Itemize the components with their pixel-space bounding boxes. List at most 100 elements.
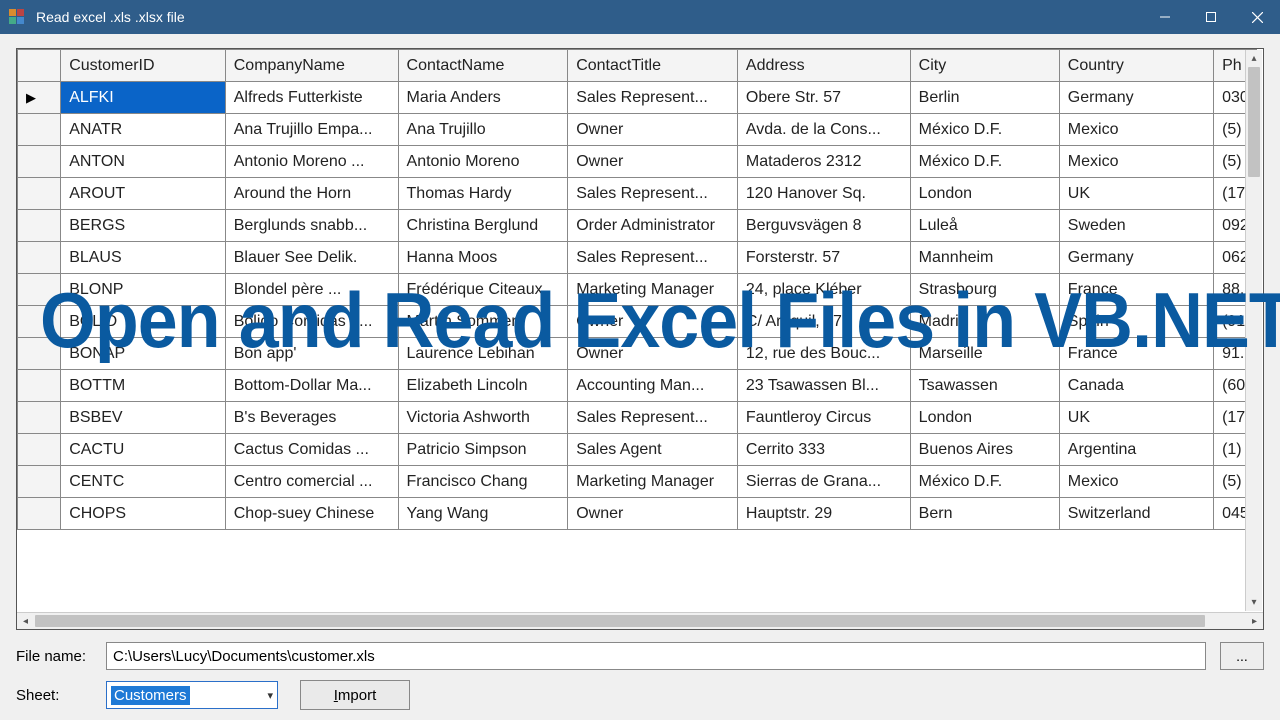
cell[interactable]: Centro comercial ... bbox=[225, 466, 398, 498]
row-header[interactable] bbox=[18, 338, 61, 370]
row-header[interactable] bbox=[18, 210, 61, 242]
cell[interactable]: Obere Str. 57 bbox=[737, 82, 910, 114]
cell[interactable]: Owner bbox=[568, 306, 738, 338]
cell[interactable]: 24, place Kléber bbox=[737, 274, 910, 306]
table-row[interactable]: CHOPSChop-suey ChineseYang WangOwnerHaup… bbox=[18, 498, 1257, 530]
cell[interactable]: Chop-suey Chinese bbox=[225, 498, 398, 530]
cell[interactable]: Martín Sommer bbox=[398, 306, 568, 338]
cell[interactable]: UK bbox=[1059, 178, 1213, 210]
scroll-right-icon[interactable]: ▸ bbox=[1246, 613, 1263, 630]
cell[interactable]: Madrid bbox=[910, 306, 1059, 338]
cell[interactable]: Marseille bbox=[910, 338, 1059, 370]
table-row[interactable]: AROUTAround the HornThomas HardySales Re… bbox=[18, 178, 1257, 210]
cell[interactable]: ALFKI bbox=[61, 82, 226, 114]
cell[interactable]: Christina Berglund bbox=[398, 210, 568, 242]
col-customerid[interactable]: CustomerID bbox=[61, 50, 226, 82]
table-row[interactable]: BERGSBerglunds snabb...Christina Berglun… bbox=[18, 210, 1257, 242]
cell[interactable]: BLAUS bbox=[61, 242, 226, 274]
row-header[interactable] bbox=[18, 466, 61, 498]
cell[interactable]: Laurence Lebihan bbox=[398, 338, 568, 370]
cell[interactable]: Strasbourg bbox=[910, 274, 1059, 306]
cell[interactable]: Hauptstr. 29 bbox=[737, 498, 910, 530]
table-row[interactable]: BOLIDBólido Comidas p...Martín SommerOwn… bbox=[18, 306, 1257, 338]
cell[interactable]: Sales Represent... bbox=[568, 402, 738, 434]
cell[interactable]: Blauer See Delik. bbox=[225, 242, 398, 274]
cell[interactable]: Sales Represent... bbox=[568, 178, 738, 210]
cell[interactable]: Owner bbox=[568, 146, 738, 178]
cell[interactable]: Spain bbox=[1059, 306, 1213, 338]
cell[interactable]: Tsawassen bbox=[910, 370, 1059, 402]
cell[interactable]: Bólido Comidas p... bbox=[225, 306, 398, 338]
row-header[interactable] bbox=[18, 114, 61, 146]
cell[interactable]: Mexico bbox=[1059, 114, 1213, 146]
cell[interactable]: BOLID bbox=[61, 306, 226, 338]
cell[interactable]: BONAP bbox=[61, 338, 226, 370]
cell[interactable]: Owner bbox=[568, 338, 738, 370]
cell[interactable]: B's Beverages bbox=[225, 402, 398, 434]
cell[interactable]: C/ Araquil, 67 bbox=[737, 306, 910, 338]
cell[interactable]: Elizabeth Lincoln bbox=[398, 370, 568, 402]
cell[interactable]: Sales Represent... bbox=[568, 242, 738, 274]
close-button[interactable] bbox=[1234, 0, 1280, 34]
cell[interactable]: BSBEV bbox=[61, 402, 226, 434]
table-row[interactable]: BLAUSBlauer See Delik.Hanna MoosSales Re… bbox=[18, 242, 1257, 274]
cell[interactable]: Berglunds snabb... bbox=[225, 210, 398, 242]
table-row[interactable]: BONAPBon app'Laurence LebihanOwner12, ru… bbox=[18, 338, 1257, 370]
row-header[interactable] bbox=[18, 242, 61, 274]
cell[interactable]: Frédérique Citeaux bbox=[398, 274, 568, 306]
cell[interactable]: Forsterstr. 57 bbox=[737, 242, 910, 274]
cell[interactable]: Antonio Moreno bbox=[398, 146, 568, 178]
cell[interactable]: Mexico bbox=[1059, 466, 1213, 498]
cell[interactable]: CENTC bbox=[61, 466, 226, 498]
cell[interactable]: UK bbox=[1059, 402, 1213, 434]
cell[interactable]: Buenos Aires bbox=[910, 434, 1059, 466]
cell[interactable]: Mannheim bbox=[910, 242, 1059, 274]
row-header[interactable] bbox=[18, 370, 61, 402]
cell[interactable]: Bern bbox=[910, 498, 1059, 530]
cell[interactable]: Hanna Moos bbox=[398, 242, 568, 274]
cell[interactable]: Owner bbox=[568, 498, 738, 530]
cell[interactable]: Argentina bbox=[1059, 434, 1213, 466]
cell[interactable]: Yang Wang bbox=[398, 498, 568, 530]
cell[interactable]: Victoria Ashworth bbox=[398, 402, 568, 434]
browse-button[interactable]: ... bbox=[1220, 642, 1264, 670]
cell[interactable]: Ana Trujillo Empa... bbox=[225, 114, 398, 146]
table-row[interactable]: ANTONAntonio Moreno ...Antonio MorenoOwn… bbox=[18, 146, 1257, 178]
cell[interactable]: Antonio Moreno ... bbox=[225, 146, 398, 178]
vertical-scrollbar[interactable]: ▴ ▾ bbox=[1245, 50, 1262, 611]
cell[interactable]: 12, rue des Bouc... bbox=[737, 338, 910, 370]
cell[interactable]: México D.F. bbox=[910, 146, 1059, 178]
col-city[interactable]: City bbox=[910, 50, 1059, 82]
col-country[interactable]: Country bbox=[1059, 50, 1213, 82]
table-row[interactable]: BSBEVB's BeveragesVictoria AshworthSales… bbox=[18, 402, 1257, 434]
import-button[interactable]: Import bbox=[300, 680, 410, 710]
datagrid[interactable]: CustomerID CompanyName ContactName Conta… bbox=[16, 48, 1264, 630]
table-row[interactable]: CENTCCentro comercial ...Francisco Chang… bbox=[18, 466, 1257, 498]
filename-input[interactable]: C:\Users\Lucy\Documents\customer.xls bbox=[106, 642, 1206, 670]
cell[interactable]: Order Administrator bbox=[568, 210, 738, 242]
cell[interactable]: México D.F. bbox=[910, 466, 1059, 498]
sheet-combobox[interactable]: Customers ▾ bbox=[106, 681, 278, 709]
cell[interactable]: 23 Tsawassen Bl... bbox=[737, 370, 910, 402]
cell[interactable]: Francisco Chang bbox=[398, 466, 568, 498]
titlebar[interactable]: Read excel .xls .xlsx file bbox=[0, 0, 1280, 34]
cell[interactable]: BLONP bbox=[61, 274, 226, 306]
cell[interactable]: Marketing Manager bbox=[568, 466, 738, 498]
row-header[interactable]: ▶ bbox=[18, 82, 61, 114]
cell[interactable]: Cerrito 333 bbox=[737, 434, 910, 466]
cell[interactable]: Owner bbox=[568, 114, 738, 146]
cell[interactable]: Blondel père ... bbox=[225, 274, 398, 306]
cell[interactable]: Sales Represent... bbox=[568, 82, 738, 114]
cell[interactable]: Sweden bbox=[1059, 210, 1213, 242]
cell[interactable]: BOTTM bbox=[61, 370, 226, 402]
cell[interactable]: Marketing Manager bbox=[568, 274, 738, 306]
cell[interactable]: Switzerland bbox=[1059, 498, 1213, 530]
cell[interactable]: Ana Trujillo bbox=[398, 114, 568, 146]
cell[interactable]: 120 Hanover Sq. bbox=[737, 178, 910, 210]
row-header[interactable] bbox=[18, 178, 61, 210]
row-header[interactable] bbox=[18, 306, 61, 338]
cell[interactable]: Bottom-Dollar Ma... bbox=[225, 370, 398, 402]
cell[interactable]: London bbox=[910, 402, 1059, 434]
cell[interactable]: Fauntleroy Circus bbox=[737, 402, 910, 434]
cell[interactable]: CACTU bbox=[61, 434, 226, 466]
